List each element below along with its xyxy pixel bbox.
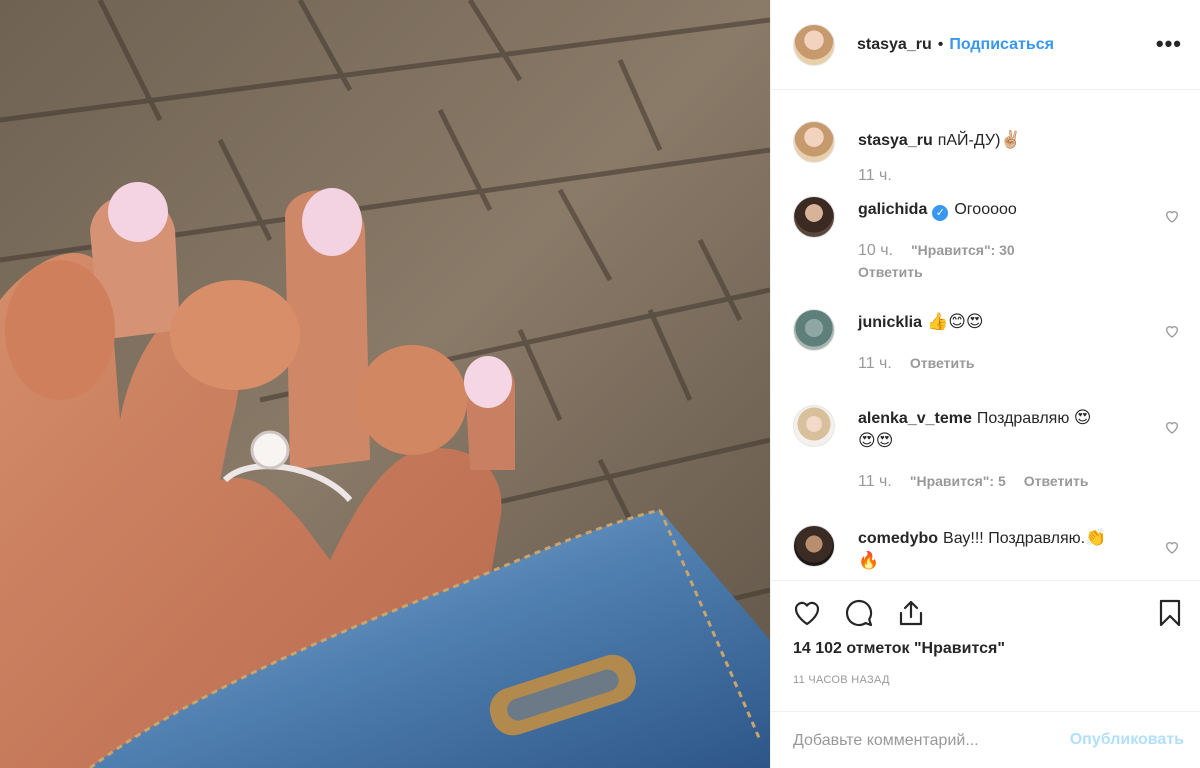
comment-avatar[interactable] [793, 196, 835, 238]
comment-like-heart-icon[interactable] [1164, 208, 1180, 224]
more-options-icon[interactable]: ••• [1156, 33, 1182, 55]
caption-avatar[interactable] [793, 121, 835, 163]
caption-text: stasya_ru пАЙ-ДУ)✌🏼 [858, 129, 1140, 152]
fire-emoji: 🔥 [858, 551, 880, 570]
photo-illustration [0, 0, 770, 768]
post-photo[interactable] [0, 0, 770, 768]
comment-avatar[interactable] [793, 525, 835, 567]
caption-meta: 11 ч. [858, 167, 910, 185]
caption-body: пАЙ-ДУ) [937, 132, 1001, 149]
comment-like-heart-icon[interactable] [1164, 419, 1180, 435]
comments-list[interactable]: stasya_ru пАЙ-ДУ)✌🏼 11 ч. galichida ✓ Огооо… [771, 91, 1200, 580]
comment-username[interactable]: alenka_v_teme [858, 410, 972, 427]
comment-like-heart-icon[interactable] [1164, 539, 1180, 555]
reply-button[interactable]: Ответить [858, 264, 923, 280]
reply-button[interactable]: Ответить [1024, 473, 1089, 489]
comment-text: alenka_v_teme Поздравляю 😍 😍😍 [858, 407, 1140, 453]
comment-text: comedybo Вау!!! Поздравляю.👏 🔥 [858, 527, 1140, 573]
save-bookmark-icon[interactable] [1154, 597, 1186, 629]
comment-username[interactable]: comedybo [858, 530, 938, 547]
comment-time[interactable]: 11 ч. [858, 473, 892, 490]
comment-time[interactable]: 10 ч. [858, 242, 893, 259]
comment-body: Вау!!! Поздравляю. [943, 530, 1086, 547]
victory-hand-emoji: ✌🏼 [1000, 130, 1022, 149]
comment-avatar[interactable] [793, 309, 835, 351]
author-avatar[interactable] [793, 23, 835, 66]
comment-body: Огооооо [954, 201, 1017, 218]
comment-meta: 10 ч. "Нравится": 30 [858, 242, 1033, 260]
comment-meta: 11 ч. "Нравится": 5 Ответить [858, 473, 1088, 491]
post-timestamp[interactable]: 11 ЧАСОВ НАЗАД [793, 674, 890, 686]
comment-bubble-icon[interactable] [843, 597, 875, 629]
comment-form: Опубликовать [771, 711, 1200, 768]
comment-text: galichida ✓ Огооооо [858, 198, 1140, 221]
verified-badge-icon: ✓ [932, 205, 949, 221]
emoji-group: 👍😊😍 [927, 312, 984, 331]
heart-eyes-emoji: 😍 [1073, 408, 1092, 427]
caption-username[interactable]: stasya_ru [858, 132, 933, 149]
author-username[interactable]: stasya_ru [857, 36, 932, 54]
comment-input[interactable] [793, 712, 1053, 768]
post-header: stasya_ru • Подписаться ••• [771, 0, 1200, 90]
caption-time[interactable]: 11 ч. [858, 167, 892, 184]
comment-body: Поздравляю [976, 410, 1070, 427]
comment-like-heart-icon[interactable] [1164, 323, 1180, 339]
comment-avatar[interactable] [793, 405, 835, 447]
comment-username[interactable]: galichida [858, 201, 927, 218]
share-icon[interactable] [895, 597, 927, 629]
comment-username[interactable]: junicklia [858, 314, 922, 331]
reply-button[interactable]: Ответить [910, 355, 975, 371]
comment-time[interactable]: 11 ч. [858, 355, 892, 372]
comment-text: junicklia 👍😊😍 [858, 311, 1140, 334]
heart-eyes-emoji-group: 😍😍 [858, 431, 894, 450]
publish-button[interactable]: Опубликовать [1070, 731, 1184, 749]
comment-likes[interactable]: "Нравится": 30 [911, 242, 1015, 258]
follow-button[interactable]: Подписаться [949, 36, 1054, 54]
like-heart-icon[interactable] [791, 597, 823, 629]
comment-likes[interactable]: "Нравится": 5 [910, 473, 1006, 489]
comment-meta: 11 ч. Ответить [858, 355, 975, 373]
action-bar [771, 580, 1200, 640]
likes-count[interactable]: 14 102 отметок "Нравится" [793, 640, 1005, 658]
clapping-hands-emoji: 👏 [1085, 528, 1107, 547]
separator-dot: • [937, 35, 944, 53]
post-panel: stasya_ru • Подписаться ••• stasya_ru пАЙ… [770, 0, 1200, 768]
